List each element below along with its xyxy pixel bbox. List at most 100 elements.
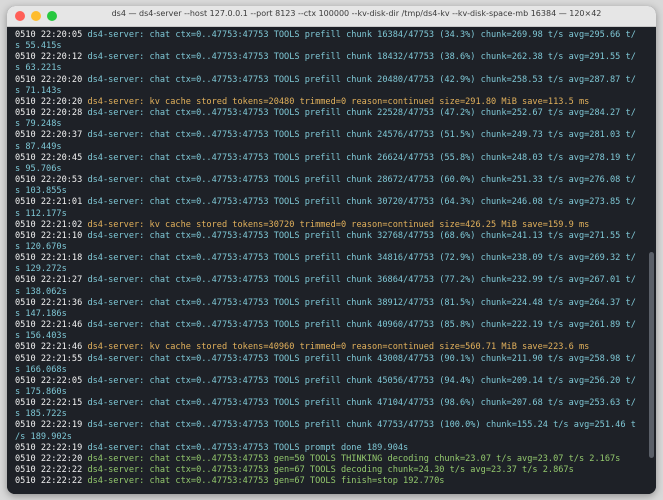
log-message: ds4-server: chat ctx=0..47753:47753 TOOL… [87,152,636,163]
log-timestamp: 0510 22:21:18 [15,253,88,264]
terminal-line: s 87.449s [15,142,648,153]
log-timestamp: 0510 22:21:46 [15,320,88,331]
terminal-line: s 175.860s [15,387,648,398]
log-message: ds4-server: chat ctx=0..47753:47753 TOOL… [87,320,636,331]
log-timestamp: 0510 22:20:53 [15,175,88,186]
terminal-line: 0510 22:22:22 ds4-server: chat ctx=0..47… [15,476,648,487]
log-message: ds4-server: chat ctx=0..47753:47753 TOOL… [87,74,636,85]
terminal-line: s 156.403s [15,331,648,342]
log-timestamp: 0510 22:20:20 [15,96,88,107]
terminal-line: /s 189.902s [15,432,648,443]
terminal-line: 0510 22:22:22 ds4-server: chat ctx=0..47… [15,465,648,476]
terminal-line: 0510 22:22:19 ds4-server: chat ctx=0..47… [15,420,648,431]
terminal-line: 0510 22:21:27 ds4-server: chat ctx=0..47… [15,275,648,286]
terminal-line: 0510 22:20:53 ds4-server: chat ctx=0..47… [15,175,648,186]
terminal-line: s 120.670s [15,242,648,253]
terminal-line: 0510 22:21:46 ds4-server: kv cache store… [15,342,648,353]
terminal-line: 0510 22:22:19 ds4-server: chat ctx=0..47… [15,443,648,454]
scrollbar-thumb[interactable] [649,252,654,458]
log-message: ds4-server: chat ctx=0..47753:47753 TOOL… [87,442,409,453]
log-message: ds4-server: chat ctx=0..47753:47753 TOOL… [87,197,636,208]
log-message: ds4-server: chat ctx=0..47753:47753 gen=… [87,465,574,476]
log-message: s 129.272s [15,264,67,275]
terminal-line: 0510 22:20:20 ds4-server: chat ctx=0..47… [15,75,648,86]
log-message: s 103.855s [15,186,67,197]
log-timestamp: 0510 22:20:45 [15,152,88,163]
log-message: s 95.706s [15,163,62,174]
log-timestamp: 0510 22:22:22 [15,476,88,487]
log-message: s 79.248s [15,119,62,130]
log-message: s 112.177s [15,208,67,219]
log-message: s 55.415s [15,41,62,52]
log-timestamp: 0510 22:21:10 [15,230,88,241]
log-message: ds4-server: chat ctx=0..47753:47753 TOOL… [87,130,636,141]
log-timestamp: 0510 22:21:02 [15,219,88,230]
terminal-line: s 166.068s [15,365,648,376]
terminal-line: s 185.722s [15,409,648,420]
log-message: ds4-server: chat ctx=0..47753:47753 TOOL… [87,275,636,286]
log-timestamp: 0510 22:22:15 [15,398,88,409]
terminal-line: 0510 22:22:20 ds4-server: chat ctx=0..47… [15,454,648,465]
log-message: s 166.068s [15,364,67,375]
log-message: s 147.186s [15,308,67,319]
terminal-line: 0510 22:20:28 ds4-server: chat ctx=0..47… [15,108,648,119]
terminal-line: 0510 22:21:46 ds4-server: chat ctx=0..47… [15,320,648,331]
log-message: s 63.221s [15,63,62,74]
log-message: ds4-server: chat ctx=0..47753:47753 TOOL… [87,30,636,40]
log-timestamp: 0510 22:20:37 [15,130,88,141]
log-timestamp: 0510 22:21:46 [15,342,88,353]
log-message: ds4-server: kv cache stored tokens=40960… [87,342,590,353]
terminal-line: s 95.706s [15,164,648,175]
terminal-line: s 71.143s [15,86,648,97]
log-timestamp: 0510 22:20:12 [15,52,88,63]
log-timestamp: 0510 22:21:36 [15,297,88,308]
log-message: s 156.403s [15,331,67,342]
log-timestamp: 0510 22:20:20 [15,74,88,85]
log-message: ds4-server: chat ctx=0..47753:47753 TOOL… [87,398,636,409]
log-message: s 175.860s [15,387,67,397]
log-timestamp: 0510 22:22:19 [15,420,88,431]
log-message: s 71.143s [15,85,62,96]
log-message: s 185.722s [15,409,67,420]
terminal-line: 0510 22:21:01 ds4-server: chat ctx=0..47… [15,197,648,208]
log-message: ds4-server: kv cache stored tokens=30720… [87,219,590,230]
terminal-line: s 79.248s [15,119,648,130]
terminal-line: s 138.062s [15,287,648,298]
terminal-line: 0510 22:20:20 ds4-server: kv cache store… [15,97,648,108]
log-timestamp: 0510 22:22:22 [15,465,88,476]
log-message: /s 189.902s [15,431,72,442]
terminal-line: 0510 22:20:12 ds4-server: chat ctx=0..47… [15,52,648,63]
terminal-line: 0510 22:22:05 ds4-server: chat ctx=0..47… [15,376,648,387]
log-message: ds4-server: chat ctx=0..47753:47753 TOOL… [87,175,636,186]
terminal-line: 0510 22:21:55 ds4-server: chat ctx=0..47… [15,354,648,365]
log-message: ds4-server: chat ctx=0..47753:47753 TOOL… [87,108,636,119]
log-timestamp: 0510 22:22:05 [15,375,88,386]
log-message: ds4-server: chat ctx=0..47753:47753 gen=… [87,476,445,487]
log-message: s 138.062s [15,286,67,297]
title-bar[interactable]: ds4 — ds4-server --host 127.0.0.1 --port… [7,6,656,27]
log-timestamp: 0510 22:22:19 [15,442,88,453]
log-timestamp: 0510 22:20:28 [15,108,88,119]
terminal-line: s 63.221s [15,63,648,74]
log-timestamp: 0510 22:21:55 [15,353,88,364]
log-timestamp: 0510 22:21:27 [15,275,88,286]
log-message: ds4-server: chat ctx=0..47753:47753 gen=… [87,453,621,464]
log-message: ds4-server: chat ctx=0..47753:47753 TOOL… [87,353,636,364]
log-timestamp: 0510 22:22:20 [15,453,88,464]
log-message: s 120.670s [15,241,67,252]
log-message: ds4-server: chat ctx=0..47753:47753 TOOL… [87,230,636,241]
terminal-line: s 129.272s [15,264,648,275]
log-message: s 87.449s [15,141,62,152]
log-message: ds4-server: kv cache stored tokens=20480… [87,96,590,107]
terminal-line: s 147.186s [15,309,648,320]
terminal-line: s 103.855s [15,186,648,197]
log-message: ds4-server: chat ctx=0..47753:47753 TOOL… [87,253,636,264]
terminal-line: 0510 22:22:15 ds4-server: chat ctx=0..47… [15,398,648,409]
terminal-line: 0510 22:21:36 ds4-server: chat ctx=0..47… [15,298,648,309]
terminal-line: 0510 22:21:02 ds4-server: kv cache store… [15,220,648,231]
terminal-output[interactable]: 0510 22:20:05 ds4-server: chat ctx=0..47… [7,27,656,494]
terminal-line: 0510 22:20:05 ds4-server: chat ctx=0..47… [15,30,648,41]
terminal-line: 0510 22:21:10 ds4-server: chat ctx=0..47… [15,231,648,242]
terminal-line: s 112.177s [15,209,648,220]
terminal-line: 0510 22:20:37 ds4-server: chat ctx=0..47… [15,130,648,141]
